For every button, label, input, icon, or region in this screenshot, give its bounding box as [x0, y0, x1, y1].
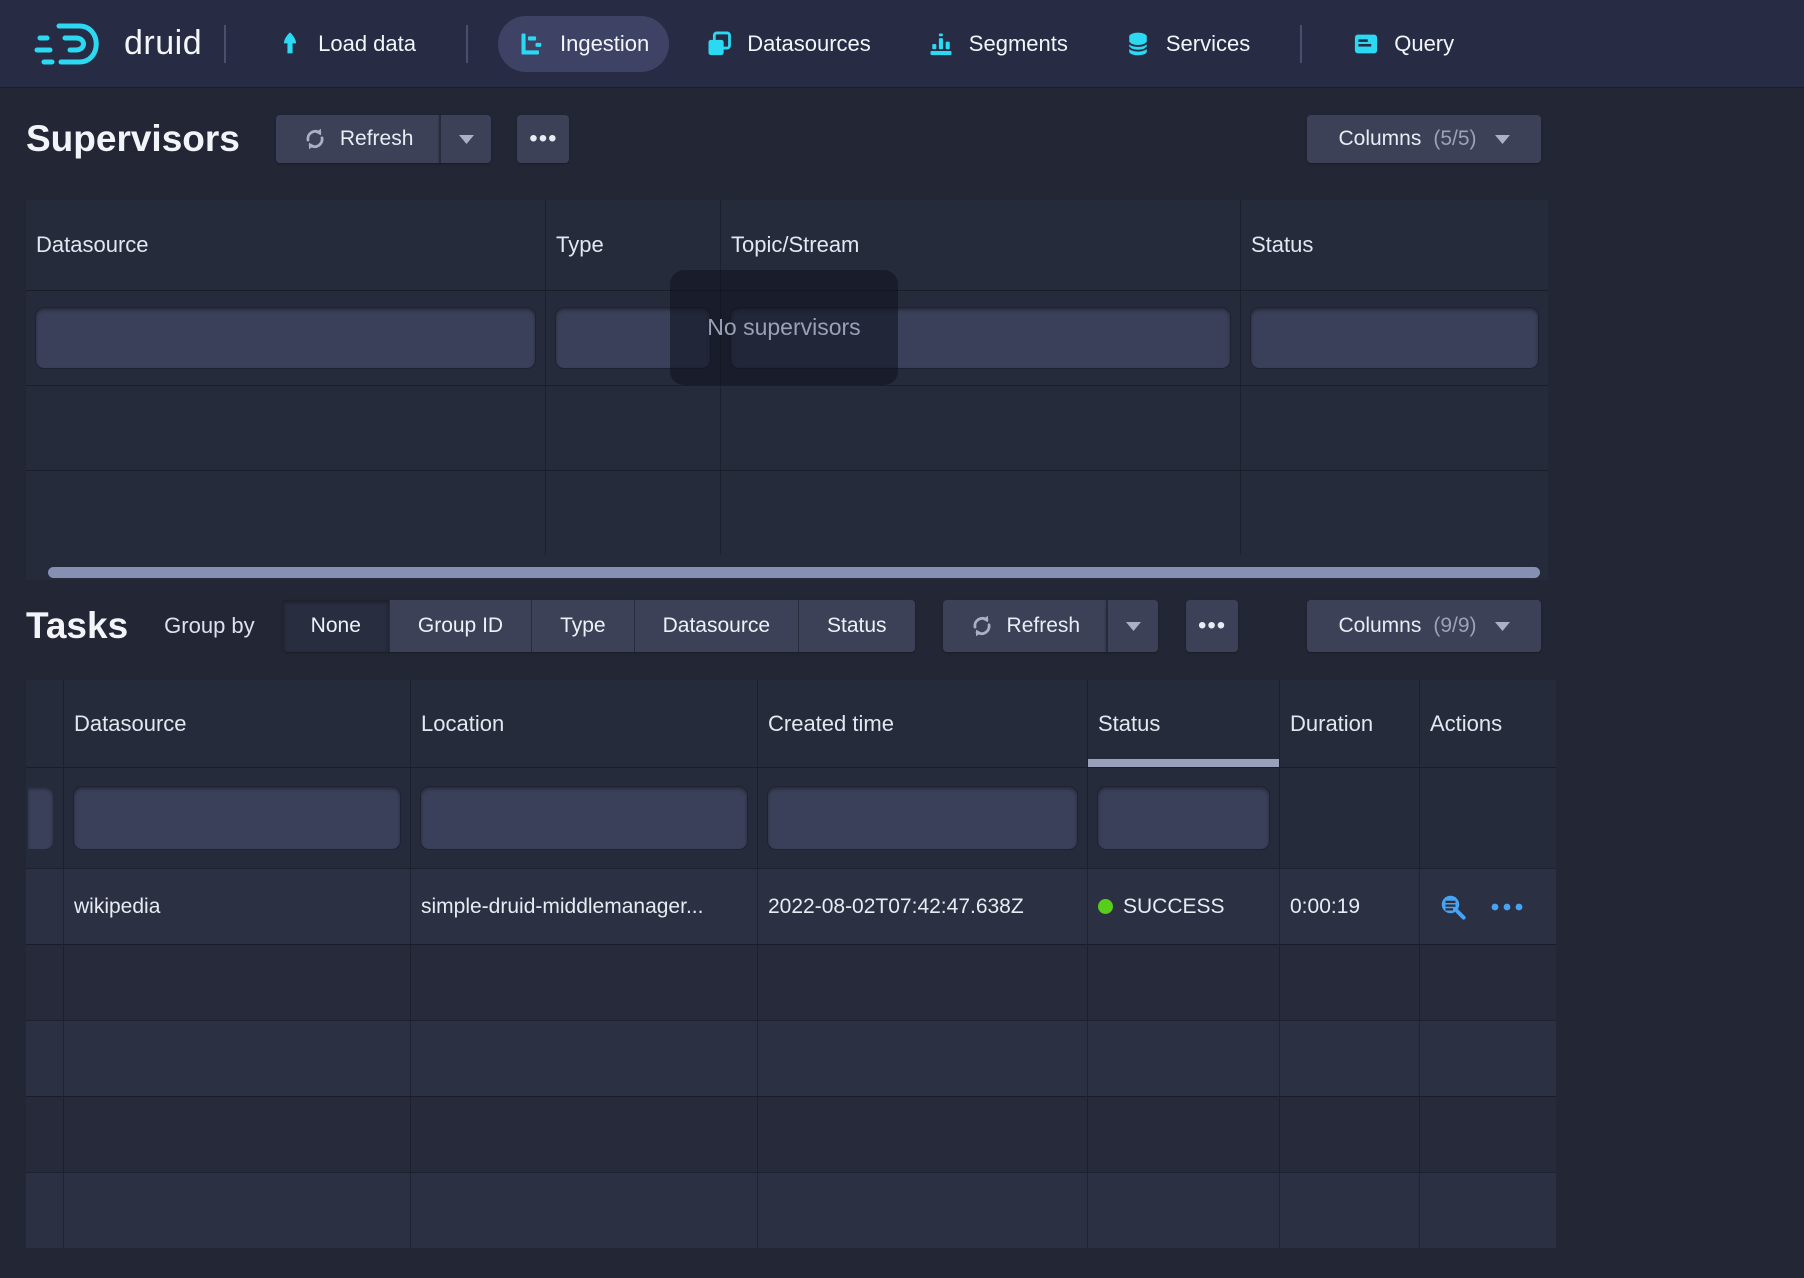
- group-by-label: Group by: [164, 613, 255, 639]
- tasks-header-row: Datasource Location Created time Status …: [26, 680, 1556, 767]
- druid-console: druid Load data Ingestion: [0, 0, 1804, 1278]
- supervisors-columns-button[interactable]: Columns (5/5): [1307, 115, 1541, 163]
- druid-logo[interactable]: druid: [34, 18, 202, 70]
- datasources-icon: [705, 30, 733, 58]
- tasks-refresh-caret-button[interactable]: [1106, 600, 1158, 652]
- ingestion-chart-icon: [518, 30, 546, 58]
- nav-divider: [1300, 25, 1302, 63]
- chevron-down-icon: [1126, 622, 1141, 631]
- sort-indicator: [1088, 759, 1279, 767]
- tasks-more-button[interactable]: •••: [1186, 600, 1238, 652]
- task-actions: [1430, 892, 1524, 922]
- tasks-created-time-filter-input[interactable]: [768, 787, 1077, 849]
- tasks-col-header-created-time[interactable]: Created time: [757, 680, 1087, 767]
- druid-logo-icon: [34, 18, 110, 70]
- tasks-table: Datasource Location Created time Status …: [26, 680, 1556, 1248]
- nav-item-query[interactable]: Query: [1332, 16, 1474, 72]
- supervisors-refresh-group: Refresh: [276, 115, 492, 163]
- task-empty-row: [26, 1172, 1556, 1248]
- top-navbar: druid Load data Ingestion: [0, 0, 1804, 88]
- task-created-time: 2022-08-02T07:42:47.638Z: [768, 895, 1024, 919]
- supervisors-controls: Supervisors Refresh ••• Columns: [26, 112, 1541, 166]
- supervisors-datasource-filter-input[interactable]: [36, 308, 535, 368]
- tasks-status-filter-input[interactable]: [1098, 787, 1269, 849]
- upload-icon: [276, 30, 304, 58]
- supervisors-col-header-datasource[interactable]: Datasource: [26, 200, 545, 290]
- supervisors-table: Datasource Type Topic/Stream Status No s…: [26, 200, 1548, 580]
- chevron-down-icon: [1495, 622, 1510, 631]
- view-logs-search-icon[interactable]: [1438, 892, 1468, 922]
- task-empty-row: [26, 944, 1556, 1020]
- nav-item-load-data[interactable]: Load data: [256, 16, 436, 72]
- task-location: simple-druid-middlemanager...: [421, 895, 703, 919]
- success-status-dot-icon: [1098, 899, 1113, 914]
- supervisors-col-header-status[interactable]: Status: [1240, 200, 1548, 290]
- services-icon: [1124, 30, 1152, 58]
- nav-divider: [466, 25, 468, 63]
- no-supervisors-overlay: No supervisors: [670, 270, 898, 385]
- tasks-col-header-status[interactable]: Status: [1087, 680, 1279, 767]
- nav-item-datasources[interactable]: Datasources: [685, 16, 891, 72]
- chevron-down-icon: [459, 135, 474, 144]
- group-by-option-status[interactable]: Status: [798, 600, 915, 652]
- tasks-filter-row: [26, 767, 1556, 868]
- brand-name: druid: [124, 24, 202, 63]
- tasks-datasource-filter-input[interactable]: [74, 787, 400, 849]
- supervisors-title: Supervisors: [26, 118, 240, 160]
- nav-item-ingestion[interactable]: Ingestion: [498, 16, 669, 72]
- refresh-icon: [969, 613, 995, 639]
- group-by-option-group-id[interactable]: Group ID: [389, 600, 531, 652]
- query-icon: [1352, 30, 1380, 58]
- refresh-icon: [302, 126, 328, 152]
- task-duration: 0:00:19: [1290, 895, 1360, 919]
- tasks-id-filter-input-fragment[interactable]: [28, 787, 53, 849]
- tasks-location-filter-input[interactable]: [421, 787, 747, 849]
- task-more-actions-icon[interactable]: [1490, 902, 1524, 912]
- group-by-option-none[interactable]: None: [283, 600, 389, 652]
- tasks-columns-button[interactable]: Columns (9/9): [1307, 600, 1541, 652]
- nav-item-segments[interactable]: Segments: [907, 16, 1088, 72]
- tasks-refresh-button[interactable]: Refresh: [943, 600, 1107, 652]
- supervisors-empty-row: [26, 385, 1548, 470]
- group-by-option-type[interactable]: Type: [531, 600, 634, 652]
- supervisors-status-filter-input[interactable]: [1251, 308, 1538, 368]
- task-empty-row: [26, 1020, 1556, 1096]
- group-by-option-datasource[interactable]: Datasource: [634, 600, 798, 652]
- supervisors-more-button[interactable]: •••: [517, 115, 569, 163]
- task-status: SUCCESS: [1123, 895, 1225, 919]
- segments-icon: [927, 30, 955, 58]
- nav-divider: [224, 25, 226, 63]
- tasks-title: Tasks: [26, 605, 128, 647]
- group-by-segmented-control: None Group ID Type Datasource Status: [283, 600, 915, 652]
- tasks-col-header-duration[interactable]: Duration: [1279, 680, 1419, 767]
- supervisors-refresh-caret-button[interactable]: [439, 115, 491, 163]
- tasks-col-header-datasource[interactable]: Datasource: [63, 680, 410, 767]
- nav-item-services[interactable]: Services: [1104, 16, 1270, 72]
- tasks-controls: Tasks Group by None Group ID Type Dataso…: [26, 598, 1541, 654]
- tasks-col-header-actions[interactable]: Actions: [1419, 680, 1556, 767]
- tasks-col-header-location[interactable]: Location: [410, 680, 757, 767]
- supervisors-empty-row: [26, 470, 1548, 555]
- tasks-refresh-group: Refresh: [943, 600, 1159, 652]
- chevron-down-icon: [1495, 135, 1510, 144]
- supervisors-horizontal-scrollbar[interactable]: [48, 567, 1540, 578]
- task-row-wikipedia[interactable]: wikipedia simple-druid-middlemanager... …: [26, 868, 1556, 944]
- task-datasource: wikipedia: [74, 895, 160, 919]
- supervisors-refresh-button[interactable]: Refresh: [276, 115, 440, 163]
- task-empty-row: [26, 1096, 1556, 1172]
